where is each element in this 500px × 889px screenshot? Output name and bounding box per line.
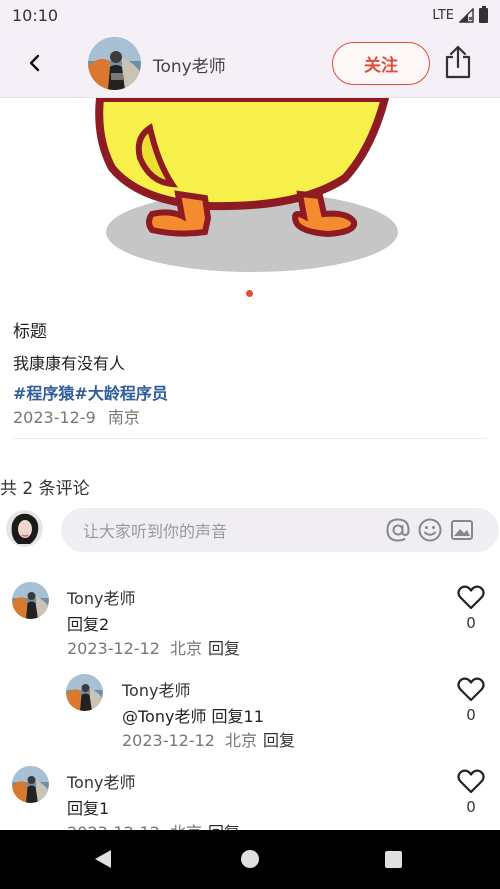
- comment-input[interactable]: 让大家听到你的声音: [61, 508, 499, 552]
- avatar-image: [88, 37, 141, 90]
- current-user-avatar: [6, 510, 43, 547]
- divider: [13, 438, 487, 439]
- signal-icon: [459, 7, 474, 23]
- comment-input-placeholder: 让大家听到你的声音: [83, 522, 228, 541]
- author-avatar[interactable]: [88, 37, 141, 90]
- like-count: 0: [466, 798, 476, 816]
- image-icon[interactable]: [449, 517, 475, 543]
- commenter-avatar[interactable]: [12, 766, 49, 803]
- like-count: 0: [466, 614, 476, 632]
- mention-icon[interactable]: [385, 517, 411, 543]
- back-button[interactable]: [22, 50, 48, 76]
- status-time: 10:10: [12, 5, 59, 25]
- commenter-avatar[interactable]: [12, 582, 49, 619]
- comment-count: 共 2 条评论: [0, 479, 90, 499]
- app-header: Tony老师 关注: [0, 30, 500, 98]
- commenter-name[interactable]: Tony老师: [122, 677, 190, 701]
- system-nav-bar: [0, 830, 500, 889]
- reply-button[interactable]: 回复: [208, 639, 240, 658]
- nav-recents-icon[interactable]: [385, 851, 402, 868]
- avatar-image: [6, 510, 43, 547]
- input-actions: [385, 517, 475, 543]
- emoji-icon[interactable]: [417, 517, 443, 543]
- duck-illustration: [95, 98, 398, 272]
- post-body: 我康康有没有人: [13, 354, 126, 373]
- share-icon: [445, 45, 471, 79]
- chevron-left-icon: [29, 54, 40, 72]
- comment-meta: 2023-12-12 北京回复: [67, 635, 240, 659]
- comment-text: @Tony老师 回复11: [122, 707, 264, 726]
- like-button[interactable]: 0: [456, 584, 486, 632]
- avatar-image: [12, 582, 49, 619]
- comment-date: 2023-12-12: [67, 639, 160, 658]
- post-date: 2023-12-9: [13, 408, 96, 427]
- avatar-image: [12, 766, 49, 803]
- post-image-carousel[interactable]: [0, 98, 500, 298]
- follow-button[interactable]: 关注: [332, 42, 430, 85]
- status-bar: 10:10 LTE: [0, 0, 500, 30]
- comment-location: 北京: [169, 639, 202, 658]
- commenter-avatar[interactable]: [66, 674, 103, 711]
- carousel-dot-active: [246, 290, 253, 297]
- network-type: LTE: [432, 7, 454, 23]
- avatar-image: [66, 674, 103, 711]
- reply-button[interactable]: 回复: [263, 731, 295, 750]
- heart-icon: [457, 585, 485, 610]
- like-button[interactable]: 0: [456, 768, 486, 816]
- commenter-name[interactable]: Tony老师: [67, 585, 135, 609]
- commenter-name[interactable]: Tony老师: [67, 769, 135, 793]
- post-meta: 2023-12-9 南京: [13, 404, 140, 428]
- comment-location: 北京: [224, 731, 257, 750]
- post-title: 标题: [13, 322, 47, 342]
- heart-icon: [457, 769, 485, 794]
- comment-date: 2023-12-12: [122, 731, 215, 750]
- post-tags[interactable]: #程序猿#大龄程序员: [13, 380, 168, 404]
- battery-icon: [479, 5, 488, 23]
- post-location: 南京: [107, 408, 140, 427]
- share-button[interactable]: [443, 44, 473, 80]
- author-name[interactable]: Tony老师: [153, 52, 226, 77]
- comment-meta: 2023-12-12 北京回复: [122, 727, 295, 751]
- comment-text: 回复1: [67, 799, 110, 818]
- nav-home-icon[interactable]: [241, 850, 259, 868]
- like-count: 0: [466, 706, 476, 724]
- nav-back-icon[interactable]: [95, 850, 111, 868]
- like-button[interactable]: 0: [456, 676, 486, 724]
- status-icons: LTE: [432, 5, 488, 23]
- comment-text: 回复2: [67, 615, 110, 634]
- heart-icon: [457, 677, 485, 702]
